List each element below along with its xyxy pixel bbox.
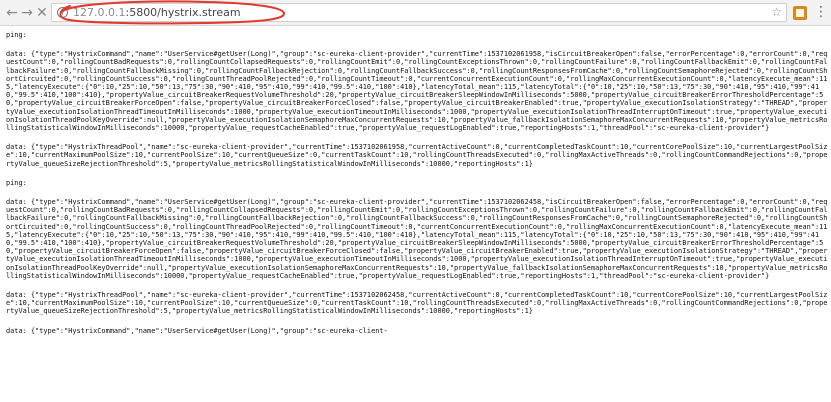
info-icon[interactable]: i xyxy=(57,7,68,18)
address-bar[interactable]: i 127.0.0.1:5800/hystrix.stream ☆ xyxy=(51,3,787,22)
ping-line: ping: xyxy=(6,31,27,39)
browser-toolbar: ← → ✕ i 127.0.0.1:5800/hystrix.stream ☆ … xyxy=(0,0,831,26)
url-path: :5800/hystrix.stream xyxy=(125,6,241,19)
menu-icon[interactable]: ⋮ xyxy=(814,3,828,21)
data-event: data: {"type":"HystrixThreadPool","name"… xyxy=(6,291,828,316)
extension-icon[interactable] xyxy=(793,6,807,20)
star-icon[interactable]: ☆ xyxy=(771,5,782,20)
data-event: data: {"type":"HystrixCommand","name":"U… xyxy=(6,50,828,133)
stream-output: ping: data: {"type":"HystrixCommand","nam… xyxy=(6,31,828,402)
url-text[interactable]: 127.0.0.1:5800/hystrix.stream xyxy=(73,6,241,20)
ping-line: ping: xyxy=(6,178,27,187)
close-icon[interactable]: ✕ xyxy=(33,4,51,22)
url-host: 127.0.0.1 xyxy=(73,6,126,19)
data-event: data: {"type":"HystrixThreadPool","name"… xyxy=(6,143,828,168)
data-event: data: {"type":"HystrixCommand","name":"U… xyxy=(6,326,388,335)
data-event: data: {"type":"HystrixCommand","name":"U… xyxy=(6,198,828,280)
